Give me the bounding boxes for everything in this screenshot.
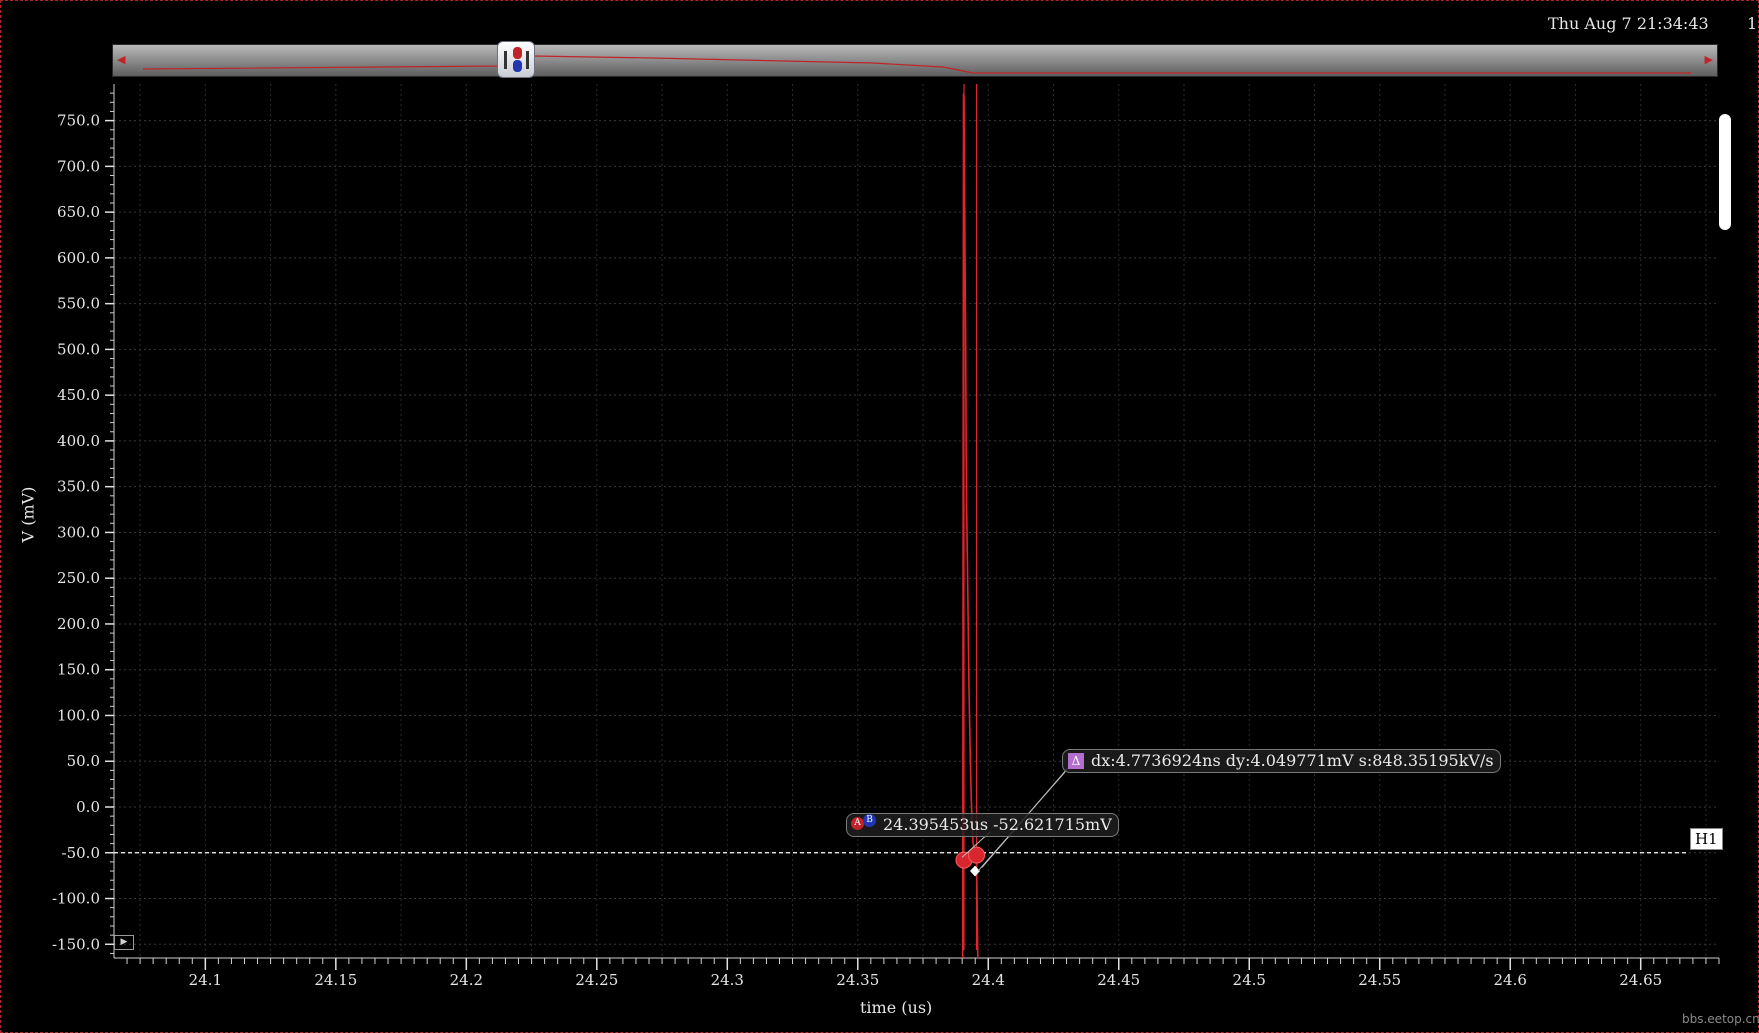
y-tick-label: -50.0 xyxy=(62,844,100,862)
y-tick-label: 750.0 xyxy=(57,112,100,130)
x-tick-label: 24.5 xyxy=(1233,971,1266,989)
x-tick-label: 24.55 xyxy=(1358,971,1401,989)
x-tick-label: 24.25 xyxy=(575,971,618,989)
overview-zoom-handle[interactable] xyxy=(497,41,535,78)
marker-point-label[interactable]: A B 24.395453us -52.621715mV xyxy=(846,813,1119,837)
y-tick-label: 100.0 xyxy=(57,706,100,724)
marker-b-dot-icon xyxy=(513,60,522,72)
x-axis-label: time (us) xyxy=(860,998,933,1017)
y-tick-label: 200.0 xyxy=(57,615,100,633)
y-tick-label: 450.0 xyxy=(57,386,100,404)
waveform-plot[interactable]: 750.0 700.0 650.0 600.0 550.0 500.0 450.0 400.0… xyxy=(0,0,1759,1033)
delta-badge: Δ xyxy=(1068,753,1084,769)
scroll-right-arrow-icon[interactable]: ▶ xyxy=(1705,53,1713,66)
y-tick-label: 150.0 xyxy=(57,661,100,679)
x-tick-label: 24.15 xyxy=(314,971,357,989)
y-tick-label: 400.0 xyxy=(57,432,100,450)
marker-point-text: 24.395453us -52.621715mV xyxy=(883,815,1112,834)
x-tick-label: 24.45 xyxy=(1097,971,1140,989)
x-tick-label: 24.2 xyxy=(450,971,483,989)
horizontal-marker-label[interactable]: H1 xyxy=(1690,828,1723,850)
handle-grip-left-icon xyxy=(504,51,507,69)
y-tick-label: 500.0 xyxy=(57,340,100,358)
delta-measurement-label[interactable]: Δ dx:4.7736924ns dy:4.049771mV s:848.351… xyxy=(1062,749,1501,773)
play-icon[interactable]: ▶ xyxy=(114,935,134,950)
y-tick-label: -150.0 xyxy=(52,935,100,953)
y-axis-label: V (mV) xyxy=(18,486,38,543)
delta-measurement-text: dx:4.7736924ns dy:4.049771mV s:848.35195… xyxy=(1091,751,1494,770)
overview-scroller[interactable]: ◀ ▶ xyxy=(112,44,1718,77)
y-tick-label: 650.0 xyxy=(57,203,100,221)
y-tick-label: -100.0 xyxy=(52,890,100,908)
x-tick-label: 24.35 xyxy=(836,971,879,989)
y-tick-label: 250.0 xyxy=(57,569,100,587)
y-tick-label: 50.0 xyxy=(67,752,100,770)
x-tick-label: 24.3 xyxy=(711,971,744,989)
x-tick-label: 24.4 xyxy=(972,971,1005,989)
x-tick-label: 24.65 xyxy=(1619,971,1662,989)
y-tick-label: 300.0 xyxy=(57,523,100,541)
y-tick-label: 350.0 xyxy=(57,478,100,496)
vertical-scrollbar[interactable] xyxy=(1719,114,1731,230)
y-tick-label: 700.0 xyxy=(57,157,100,175)
marker-a-dot-icon xyxy=(513,47,522,59)
x-tick-label: 24.1 xyxy=(189,971,222,989)
x-tick-label: 24.6 xyxy=(1494,971,1527,989)
y-tick-label: 600.0 xyxy=(57,249,100,267)
overview-trace xyxy=(142,55,1691,74)
watermark: bbs.eetop.cn xyxy=(1682,1012,1759,1026)
y-tick-label: 0.0 xyxy=(76,798,100,816)
marker-b-badge: B xyxy=(863,814,876,827)
clipped-header-text: 1: xyxy=(1747,14,1759,33)
handle-grip-right-icon xyxy=(526,51,529,69)
timestamp: Thu Aug 7 21:34:43 xyxy=(1548,14,1709,33)
y-tick-label: 550.0 xyxy=(57,295,100,313)
